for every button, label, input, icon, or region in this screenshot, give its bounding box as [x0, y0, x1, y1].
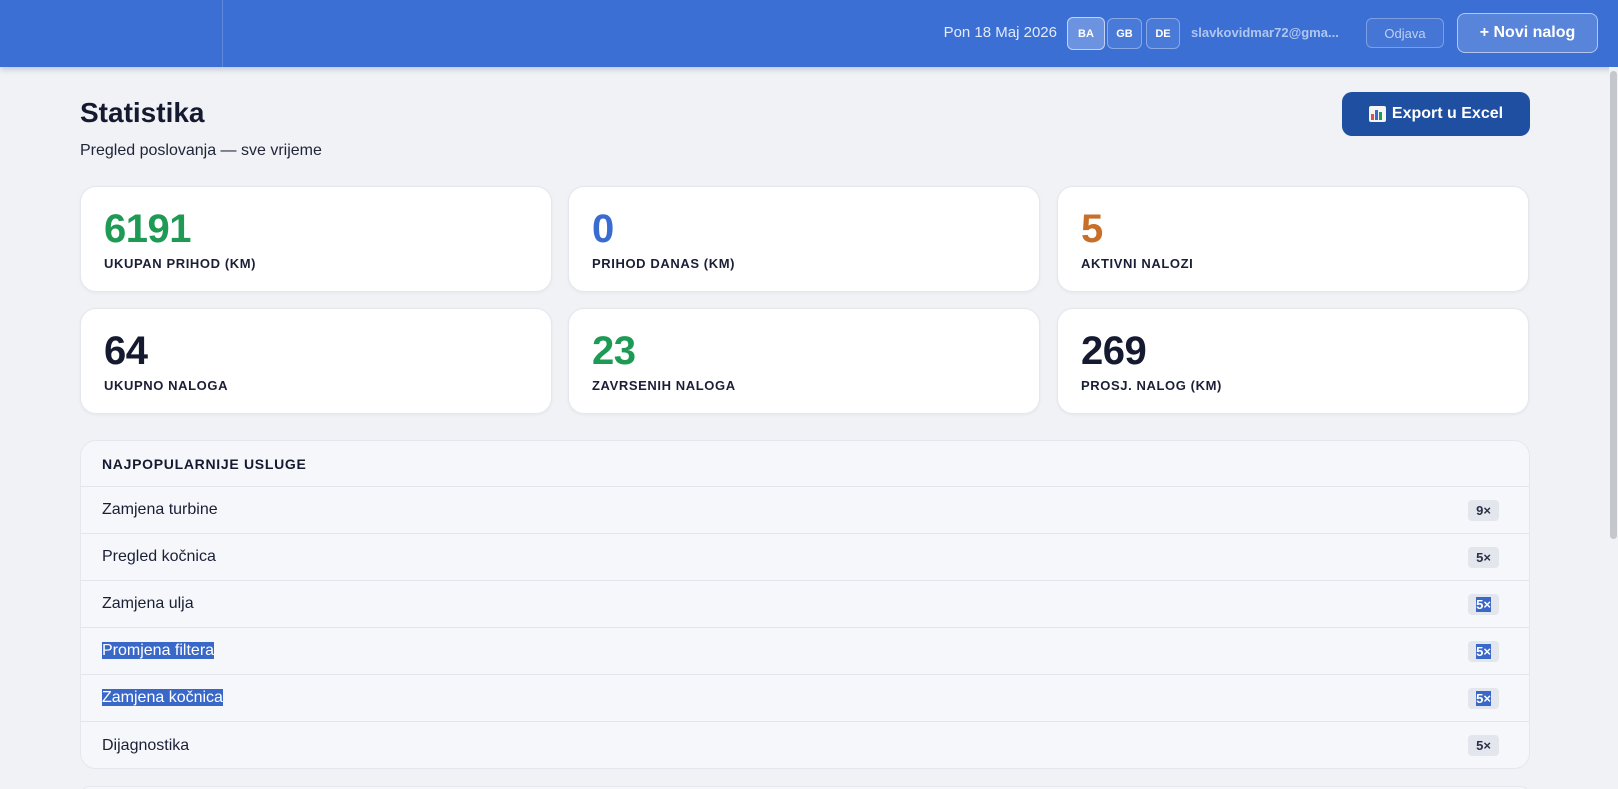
popular-services-panel: NAJPOPULARNIJE USLUGE Zamjena turbine 9×…	[80, 440, 1530, 769]
service-count-badge: 5×	[1468, 640, 1499, 662]
service-name: Zamjena kočnica	[102, 689, 223, 707]
service-name: Pregled kočnica	[102, 548, 216, 565]
stat-label: UKUPNO NALOGA	[104, 378, 229, 393]
stat-value: 5	[1081, 207, 1103, 251]
stat-label: ZAVRSENIH NALOGA	[592, 378, 736, 393]
service-count-badge: 5×	[1468, 687, 1499, 709]
language-ba-button[interactable]: BA	[1067, 17, 1105, 50]
service-name: Dijagnostika	[102, 736, 190, 754]
service-row: Zamjena turbine 9×	[81, 487, 1529, 534]
top-bar: Pon 18 Maj 2026 BA GB DE slavkovidmar72@…	[0, 0, 1618, 67]
service-row: Dijagnostika 5×	[81, 722, 1529, 768]
stat-card-total-orders: 64 UKUPNO NALOGA	[80, 308, 552, 414]
stat-label: UKUPAN PRIHOD (KM)	[104, 256, 257, 271]
page-scrollbar[interactable]	[1609, 67, 1618, 789]
service-count-text: 5×	[1476, 643, 1491, 659]
service-row: Promjena filtera 5×	[81, 628, 1529, 675]
stat-card-active-orders: 5 AKTIVNI NALOZI	[1057, 186, 1529, 292]
export-excel-button[interactable]: Export u Excel	[1342, 92, 1530, 136]
bar-chart-icon	[1368, 106, 1386, 122]
service-count-badge: 5×	[1468, 735, 1499, 756]
stat-card-average-order: 269 PROSJ. NALOG (KM)	[1057, 308, 1529, 414]
stat-label: PRIHOD DANAS (KM)	[592, 256, 736, 271]
export-excel-label: Export u Excel	[1391, 105, 1504, 122]
stat-label: PROSJ. NALOG (KM)	[1081, 378, 1222, 393]
service-name-text: Promjena filtera	[102, 642, 215, 659]
stat-value: 6191	[104, 207, 191, 251]
service-row: Pregled kočnica 5×	[81, 534, 1529, 581]
stat-value: 64	[104, 329, 148, 373]
stat-value: 0	[592, 207, 614, 251]
service-count-badge: 9×	[1468, 499, 1499, 521]
language-gb-button[interactable]: GB	[1107, 18, 1142, 49]
logout-button[interactable]: Odjava	[1366, 18, 1444, 48]
service-name: Zamjena turbine	[102, 501, 218, 518]
language-de-button[interactable]: DE	[1146, 18, 1180, 49]
stat-card-completed-orders: 23 ZAVRSENIH NALOGA	[568, 308, 1040, 414]
service-count-badge: 5×	[1468, 593, 1499, 615]
header-divider	[222, 0, 223, 67]
stat-card-total-revenue: 6191 UKUPAN PRIHOD (KM)	[80, 186, 552, 292]
new-order-button[interactable]: + Novi nalog	[1457, 13, 1598, 53]
service-count-badge: 5×	[1468, 546, 1499, 568]
service-count-text: 5×	[1476, 596, 1491, 612]
stat-card-revenue-today: 0 PRIHOD DANAS (KM)	[568, 186, 1040, 292]
page-title: Statistika	[80, 97, 205, 128]
service-name-text: Zamjena kočnica	[102, 689, 223, 706]
service-name: Promjena filtera	[102, 642, 215, 660]
stat-value: 269	[1081, 329, 1147, 373]
current-date: Pon 18 Maj 2026	[943, 24, 1057, 41]
scrollbar-thumb[interactable]	[1610, 71, 1617, 539]
service-row: Zamjena kočnica 5×	[81, 675, 1529, 722]
service-name: Zamjena ulja	[102, 595, 194, 612]
user-email: slavkovidmar72@gma...	[1191, 25, 1339, 40]
page-subtitle: Pregled poslovanja — sve vrijeme	[80, 142, 322, 159]
stat-label: AKTIVNI NALOZI	[1081, 256, 1194, 271]
stat-value: 23	[592, 329, 636, 373]
service-count-text: 5×	[1476, 690, 1491, 706]
service-row: Zamjena ulja 5×	[81, 581, 1529, 628]
popular-services-title: NAJPOPULARNIJE USLUGE	[81, 441, 1529, 487]
